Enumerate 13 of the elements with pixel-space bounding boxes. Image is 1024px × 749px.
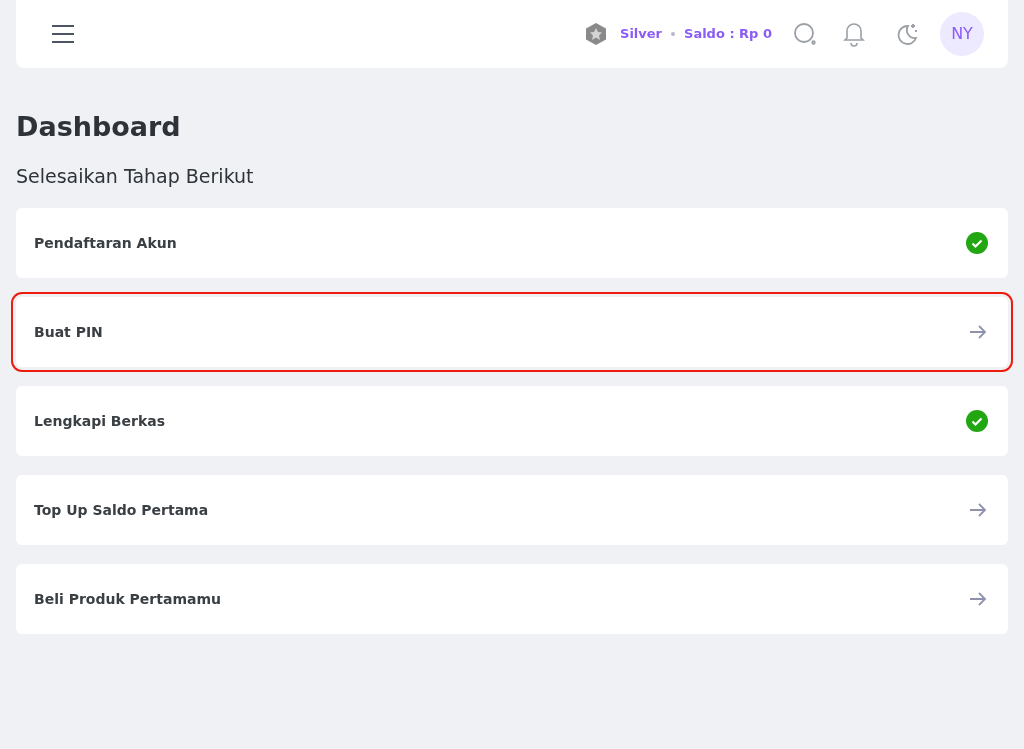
section-heading: Selesaikan Tahap Berikut — [16, 164, 254, 188]
search-icon[interactable] — [792, 21, 818, 47]
step-card[interactable]: Lengkapi Berkas — [16, 386, 1008, 456]
notification-bell-icon[interactable] — [842, 21, 866, 47]
step-card[interactable]: Beli Produk Pertamamu — [16, 564, 1008, 634]
user-avatar[interactable]: NY — [940, 12, 984, 56]
step-card[interactable]: Top Up Saldo Pertama — [16, 475, 1008, 545]
step-card[interactable]: Pendaftaran Akun — [16, 208, 1008, 278]
medal-icon — [584, 22, 609, 46]
balance-label: Saldo : Rp 0 — [684, 25, 772, 44]
page-title: Dashboard — [16, 110, 181, 144]
tier-label: Silver — [620, 25, 663, 44]
menu-icon[interactable] — [52, 25, 74, 43]
